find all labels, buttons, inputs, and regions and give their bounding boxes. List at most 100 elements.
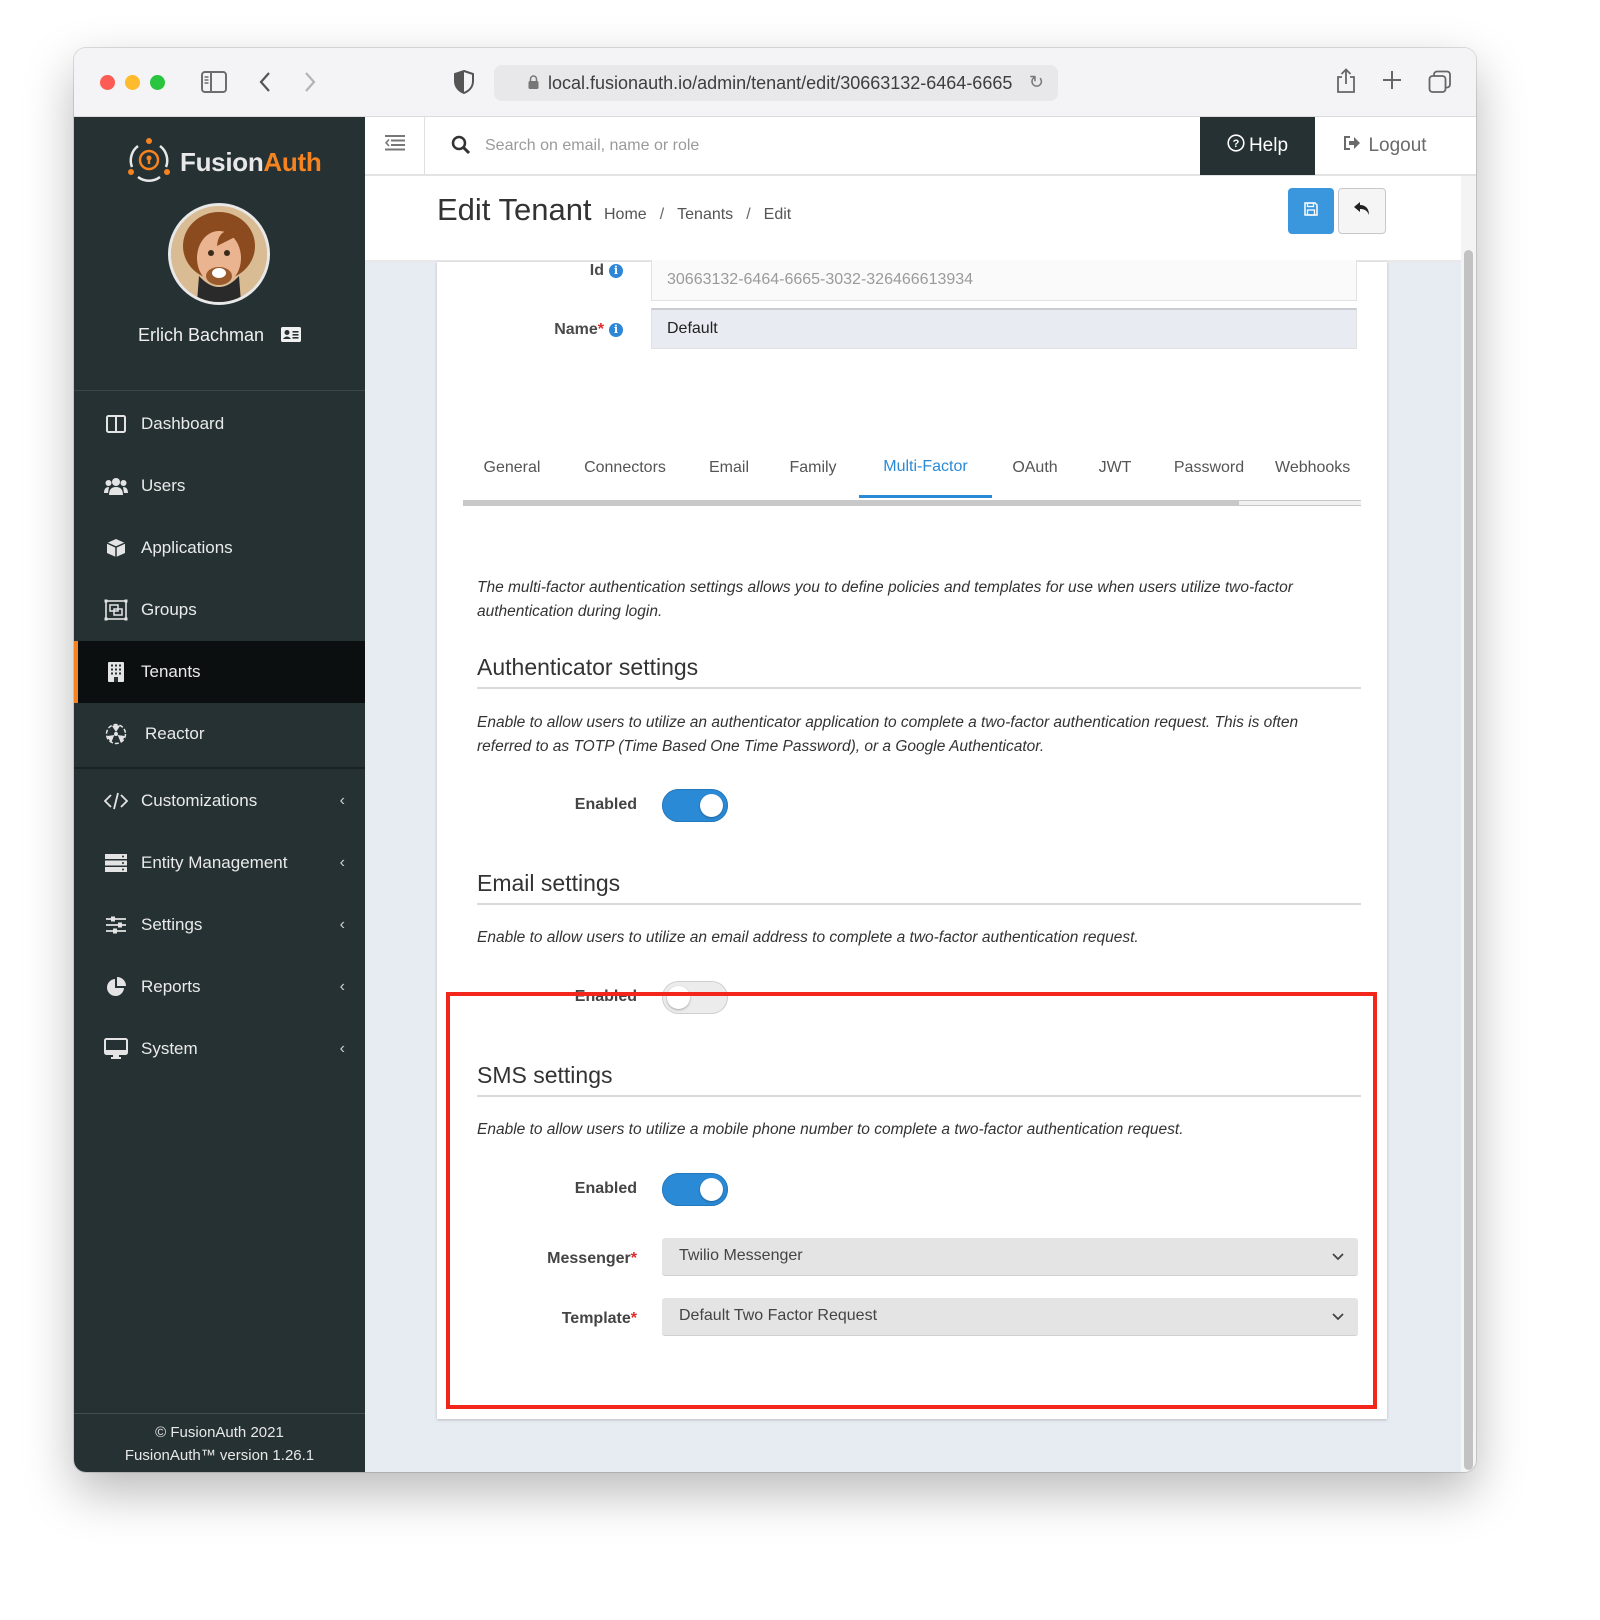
sidebar-item-customizations[interactable]: Customizations ‹: [74, 770, 365, 832]
sidebar-item-applications[interactable]: Applications: [74, 517, 365, 579]
tabs-overview-icon[interactable]: [1428, 70, 1452, 98]
menu-toggle-button[interactable]: [365, 117, 425, 174]
code-icon: [104, 790, 128, 812]
required-mark: *: [630, 1250, 637, 1267]
id-field[interactable]: [651, 260, 1357, 301]
tab-connectors[interactable]: Connectors: [569, 438, 681, 498]
save-button[interactable]: [1288, 188, 1334, 234]
search-icon: [451, 135, 471, 160]
logo-text-fusion: Fusion: [180, 146, 264, 177]
page-title: Edit Tenant: [437, 192, 592, 227]
sidebar-item-reports[interactable]: Reports ‹: [74, 956, 365, 1018]
top-bar: ? Help Logout: [365, 117, 1476, 176]
shield-icon[interactable]: [454, 69, 474, 98]
breadcrumb-tenants[interactable]: Tenants: [677, 206, 733, 223]
sidebar-item-dashboard[interactable]: Dashboard: [74, 393, 365, 455]
sidebar-item-label: Entity Management: [141, 853, 288, 872]
back-button[interactable]: [1338, 188, 1386, 234]
nav-divider: [74, 767, 365, 769]
browser-window: local.fusionauth.io/admin/tenant/edit/30…: [74, 48, 1476, 1472]
toggle-knob: [700, 794, 723, 817]
email-enabled-label: Enabled: [574, 988, 637, 1005]
email-enabled-toggle[interactable]: [662, 981, 728, 1014]
chevron-left-icon[interactable]: ‹: [340, 978, 345, 996]
template-selected-value: Default Two Factor Request: [679, 1307, 878, 1324]
fusionauth-logo[interactable]: FusionAuth: [126, 137, 322, 188]
tab-email[interactable]: Email: [697, 438, 761, 498]
tab-family[interactable]: Family: [777, 438, 849, 498]
address-bar[interactable]: local.fusionauth.io/admin/tenant/edit/30…: [494, 65, 1058, 101]
page-scrollbar[interactable]: [1461, 176, 1476, 1472]
email-settings-title: Email settings: [477, 870, 1361, 905]
required-mark: *: [630, 1310, 637, 1327]
info-icon[interactable]: i: [609, 264, 623, 278]
tab-password[interactable]: Password: [1161, 438, 1257, 498]
avatar[interactable]: [168, 203, 270, 305]
sidebar-item-groups[interactable]: Groups: [74, 579, 365, 641]
sms-enabled-label: Enabled: [574, 1180, 637, 1197]
sidebar-item-settings[interactable]: Settings ‹: [74, 894, 365, 956]
fusionauth-logo-icon: [126, 137, 172, 188]
sidebar-item-users[interactable]: Users: [74, 455, 365, 517]
back-icon[interactable]: [258, 71, 272, 97]
messenger-selected-value: Twilio Messenger: [679, 1247, 803, 1264]
breadcrumb-edit: Edit: [763, 206, 792, 223]
sidebar-item-label: Settings: [141, 915, 203, 934]
template-select[interactable]: Default Two Factor Request: [662, 1298, 1358, 1336]
tab-oauth[interactable]: OAuth: [1002, 438, 1068, 498]
name-field[interactable]: [651, 308, 1357, 349]
users-icon: [104, 475, 128, 497]
sidebar-toggle-icon[interactable]: [201, 71, 227, 97]
required-mark: *: [597, 321, 604, 338]
chevron-left-icon[interactable]: ‹: [340, 916, 345, 934]
authenticator-enabled-label: Enabled: [574, 796, 637, 813]
sidebar-item-label: Groups: [141, 600, 197, 619]
chevron-down-icon: [1332, 1248, 1344, 1266]
maximize-window-button[interactable]: [150, 75, 165, 90]
tabs-scrollbar-thumb[interactable]: [1239, 501, 1361, 505]
chevron-left-icon[interactable]: ‹: [340, 1040, 345, 1058]
sidebar-item-reactor[interactable]: Reactor: [74, 703, 365, 765]
pie-chart-icon: [104, 976, 128, 998]
server-icon: [104, 852, 128, 874]
user-name[interactable]: Erlich Bachman: [74, 325, 365, 346]
new-tab-icon[interactable]: [1382, 70, 1402, 94]
tab-jwt[interactable]: JWT: [1085, 438, 1145, 498]
breadcrumb-home[interactable]: Home: [604, 206, 647, 223]
chevron-left-icon[interactable]: ‹: [340, 792, 345, 810]
logout-button[interactable]: Logout: [1315, 117, 1455, 175]
tabs-scrollbar[interactable]: [463, 500, 1361, 506]
user-name-text[interactable]: Erlich Bachman: [138, 325, 264, 345]
user-card-icon[interactable]: [281, 327, 302, 342]
share-icon[interactable]: [1336, 68, 1356, 98]
sliders-icon: [104, 914, 128, 936]
page-header: Edit Tenant Home / Tenants / Edit: [365, 176, 1461, 262]
chevron-left-icon[interactable]: ‹: [340, 854, 345, 872]
sidebar-item-entity-management[interactable]: Entity Management ‹: [74, 832, 365, 894]
sms-enabled-toggle[interactable]: [662, 1173, 728, 1206]
copyright-text: © FusionAuth 2021: [155, 1424, 284, 1441]
template-label: Template*: [477, 1310, 637, 1328]
forward-icon[interactable]: [303, 71, 317, 97]
version-text: FusionAuth™ version 1.26.1: [124, 1447, 315, 1464]
nav-divider: [74, 390, 365, 391]
close-window-button[interactable]: [100, 75, 115, 90]
info-icon[interactable]: i: [609, 323, 623, 337]
scrollbar-thumb[interactable]: [1464, 250, 1473, 1470]
sidebar-footer: © FusionAuth 2021 FusionAuth™ version 1.…: [74, 1413, 365, 1467]
tab-webhooks[interactable]: Webhooks: [1275, 438, 1361, 498]
tab-general[interactable]: General: [463, 438, 561, 498]
messenger-label-text: Messenger: [547, 1250, 631, 1267]
sidebar-item-tenants[interactable]: Tenants: [74, 641, 365, 703]
url-text[interactable]: local.fusionauth.io/admin/tenant/edit/30…: [548, 73, 1018, 94]
sidebar-item-label: Applications: [141, 538, 233, 557]
messenger-select[interactable]: Twilio Messenger: [662, 1238, 1358, 1276]
sidebar-item-system[interactable]: System ‹: [74, 1018, 365, 1080]
minimize-window-button[interactable]: [125, 75, 140, 90]
help-button[interactable]: ? Help: [1200, 117, 1315, 175]
authenticator-enabled-toggle[interactable]: [662, 789, 728, 822]
tab-multi-factor[interactable]: Multi-Factor: [859, 438, 992, 498]
search-input[interactable]: [485, 131, 1085, 161]
building-icon: [104, 661, 128, 683]
reload-icon[interactable]: ↻: [1029, 72, 1044, 93]
